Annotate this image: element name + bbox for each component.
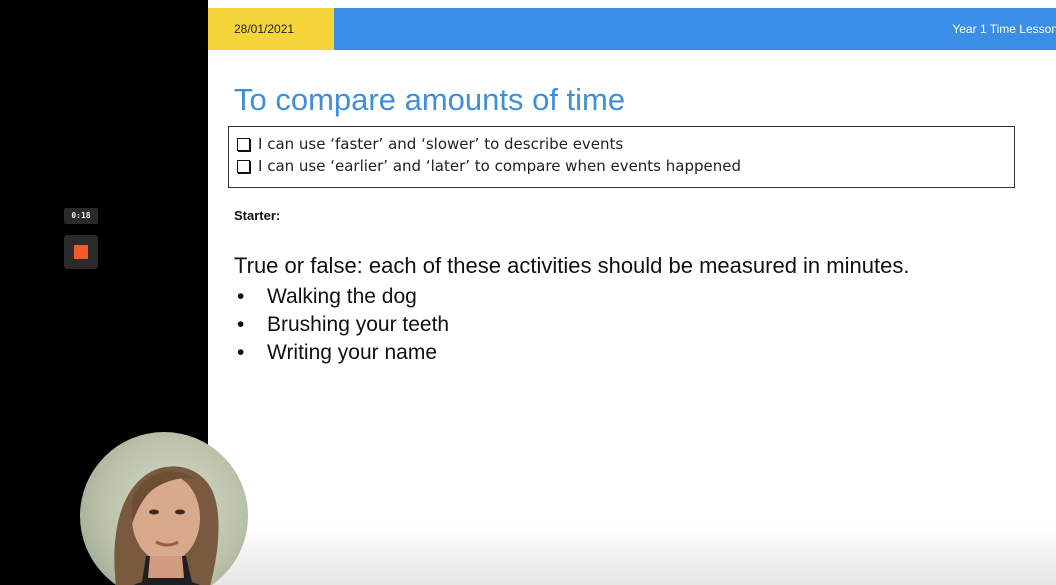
starter-label: Starter: bbox=[234, 208, 281, 223]
objective-text: I can use ‘earlier’ and ‘later’ to compa… bbox=[258, 157, 741, 175]
slide-date: 28/01/2021 bbox=[208, 8, 334, 50]
stop-square-icon bbox=[74, 245, 88, 259]
objective-text: I can use ‘faster’ and ‘slower’ to descr… bbox=[258, 135, 624, 153]
starter-question: True or false: each of these activities … bbox=[234, 253, 910, 278]
lesson-title: Year 1 Time Lesson 6 bbox=[952, 22, 1056, 36]
learning-objectives-box: I can use ‘faster’ and ‘slower’ to descr… bbox=[228, 126, 1015, 188]
activity-list: • Walking the dog • Brushing your teeth … bbox=[234, 283, 449, 367]
bullet-icon: • bbox=[237, 313, 245, 336]
slide-header-band: Year 1 Time Lesson 6 bbox=[334, 8, 1056, 50]
video-player: 0:18 28/01/2021 Year 1 Time Lesson 6 To … bbox=[0, 0, 1056, 585]
objective-item: I can use ‘earlier’ and ‘later’ to compa… bbox=[237, 155, 1014, 177]
recording-timer: 0:18 bbox=[64, 208, 98, 224]
activity-text: Writing your name bbox=[267, 341, 438, 364]
bottom-fade bbox=[208, 525, 1056, 585]
stop-recording-button[interactable] bbox=[64, 235, 98, 269]
presentation-slide: 28/01/2021 Year 1 Time Lesson 6 To compa… bbox=[208, 0, 1056, 585]
bullet-icon: • bbox=[237, 341, 245, 364]
list-item: • Brushing your teeth bbox=[234, 311, 449, 339]
bullet-icon: • bbox=[237, 285, 245, 308]
activity-text: Walking the dog bbox=[267, 285, 417, 308]
list-item: • Writing your name bbox=[234, 339, 449, 367]
objective-item: I can use ‘faster’ and ‘slower’ to descr… bbox=[237, 133, 1014, 155]
checkbox-icon bbox=[237, 137, 250, 151]
list-item: • Walking the dog bbox=[234, 283, 449, 311]
slide-title: To compare amounts of time bbox=[234, 82, 626, 117]
checkbox-icon bbox=[237, 159, 250, 173]
activity-text: Brushing your teeth bbox=[267, 313, 450, 336]
